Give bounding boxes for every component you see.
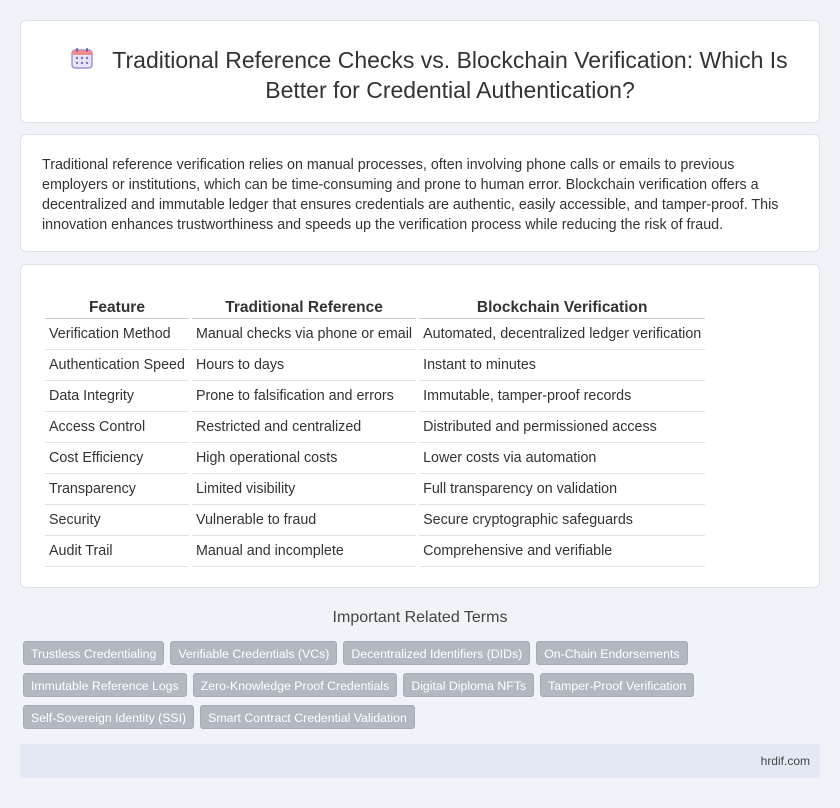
- cell-blockchain: Comprehensive and verifiable: [419, 536, 706, 567]
- cell-traditional: High operational costs: [191, 443, 417, 474]
- cell-feature: Audit Trail: [45, 536, 189, 567]
- cell-traditional: Manual checks via phone or email: [191, 319, 417, 350]
- cell-blockchain: Distributed and permissioned access: [419, 412, 706, 443]
- comparison-card: Feature Traditional Reference Blockchain…: [20, 264, 820, 588]
- table-row: Cost Efficiency High operational costs L…: [45, 443, 706, 474]
- cell-traditional: Limited visibility: [191, 474, 417, 505]
- cell-traditional: Prone to falsification and errors: [191, 381, 417, 412]
- cell-traditional: Restricted and centralized: [191, 412, 417, 443]
- footer-site-link[interactable]: hrdif.com: [761, 754, 810, 768]
- table-header-row: Feature Traditional Reference Blockchain…: [45, 295, 706, 319]
- cell-traditional: Hours to days: [191, 350, 417, 381]
- comparison-table: Feature Traditional Reference Blockchain…: [42, 295, 708, 567]
- related-terms-list: Trustless Credentialing Verifiable Crede…: [23, 641, 703, 729]
- cell-blockchain: Secure cryptographic safeguards: [419, 505, 706, 536]
- cell-feature: Authentication Speed: [45, 350, 189, 381]
- header-traditional: Traditional Reference: [191, 295, 417, 319]
- intro-card: Traditional reference verification relie…: [20, 134, 820, 252]
- cell-blockchain: Automated, decentralized ledger verifica…: [419, 319, 706, 350]
- title-card: Traditional Reference Checks vs. Blockch…: [20, 20, 820, 123]
- related-term-tag[interactable]: Digital Diploma NFTs: [403, 673, 535, 697]
- cell-blockchain: Lower costs via automation: [419, 443, 706, 474]
- table-row: Authentication Speed Hours to days Insta…: [45, 350, 706, 381]
- related-term-tag[interactable]: Zero-Knowledge Proof Credentials: [192, 673, 398, 697]
- table-row: Access Control Restricted and centralize…: [45, 412, 706, 443]
- related-term-tag[interactable]: Trustless Credentialing: [23, 641, 165, 665]
- related-term-tag[interactable]: Tamper-Proof Verification: [540, 673, 695, 697]
- table-row: Audit Trail Manual and incomplete Compre…: [45, 536, 706, 567]
- cell-feature: Verification Method: [45, 319, 189, 350]
- header-blockchain: Blockchain Verification: [419, 295, 706, 319]
- related-term-tag[interactable]: Decentralized Identifiers (DIDs): [343, 641, 531, 665]
- cell-blockchain: Instant to minutes: [419, 350, 706, 381]
- related-term-tag[interactable]: Verifiable Credentials (VCs): [170, 641, 338, 665]
- related-term-tag[interactable]: Smart Contract Credential Validation: [200, 705, 415, 729]
- related-term-tag[interactable]: Immutable Reference Logs: [23, 673, 187, 697]
- table-row: Security Vulnerable to fraud Secure cryp…: [45, 505, 706, 536]
- page-title: Traditional Reference Checks vs. Blockch…: [112, 47, 788, 103]
- related-terms-heading: Important Related Terms: [332, 609, 508, 626]
- cell-feature: Transparency: [45, 474, 189, 505]
- table-row: Verification Method Manual checks via ph…: [45, 319, 706, 350]
- cell-feature: Data Integrity: [45, 381, 189, 412]
- cell-traditional: Vulnerable to fraud: [191, 505, 417, 536]
- cell-traditional: Manual and incomplete: [191, 536, 417, 567]
- intro-paragraph: Traditional reference verification relie…: [42, 157, 779, 233]
- cell-blockchain: Immutable, tamper-proof records: [419, 381, 706, 412]
- related-term-tag[interactable]: Self-Sovereign Identity (SSI): [23, 705, 195, 729]
- cell-feature: Cost Efficiency: [45, 443, 189, 474]
- cell-feature: Security: [45, 505, 189, 536]
- footer: hrdif.com: [20, 744, 820, 778]
- cell-blockchain: Full transparency on validation: [419, 474, 706, 505]
- header-feature: Feature: [45, 295, 189, 319]
- related-term-tag[interactable]: On-Chain Endorsements: [536, 641, 688, 665]
- table-row: Transparency Limited visibility Full tra…: [45, 474, 706, 505]
- calendar-icon: [71, 48, 93, 69]
- table-row: Data Integrity Prone to falsification an…: [45, 381, 706, 412]
- cell-feature: Access Control: [45, 412, 189, 443]
